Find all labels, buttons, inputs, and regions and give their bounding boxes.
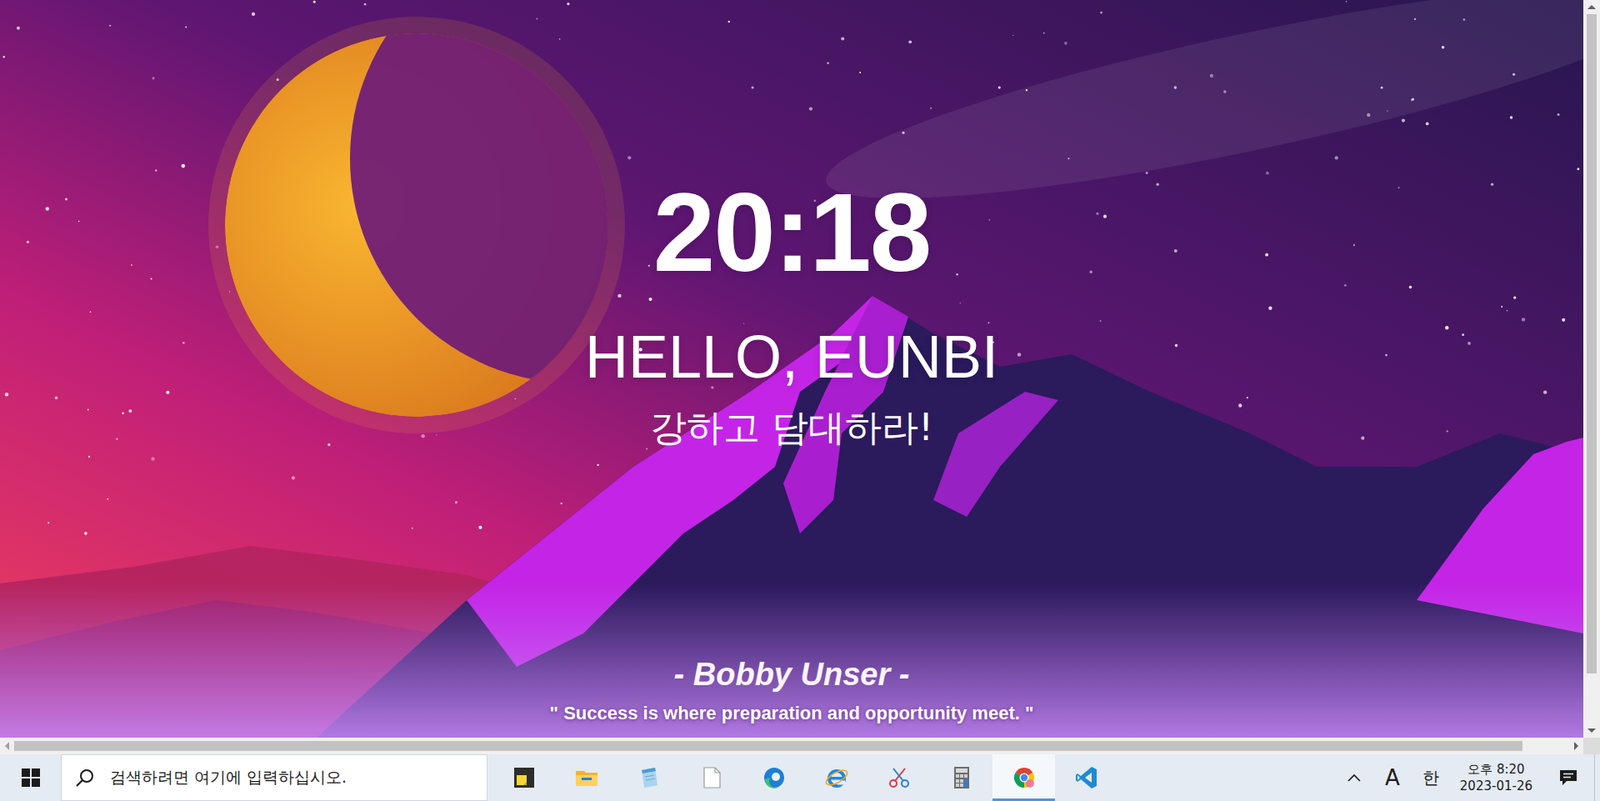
taskbar-app[interactable] [1055, 754, 1118, 801]
quote: - Bobby Unser - " Success is where prepar… [550, 655, 1035, 738]
tray-clock[interactable]: 오후 8:202023-01-26 [1450, 760, 1543, 795]
notification-icon [1559, 769, 1578, 786]
chevron-up-icon [1347, 773, 1361, 782]
desktop-screen: 20:18 HELLO, EUNBI 강하고 담대하라! - Bobby Unser … [0, 0, 1600, 801]
taskbar-app[interactable] [492, 754, 555, 801]
scroll-up-icon[interactable] [1587, 5, 1596, 10]
system-tray: A한오후 8:202023-01-26 [1335, 754, 1600, 801]
greeting: HELLO, EUNBI [585, 322, 999, 392]
chrome-icon [1011, 765, 1037, 790]
search-placeholder: 검색하려면 여기에 입력하십시오. [110, 766, 347, 789]
taskbar-app[interactable] [680, 754, 743, 801]
scroll-right-icon[interactable] [1574, 741, 1579, 750]
browser-viewport: 20:18 HELLO, EUNBI 강하고 담대하라! - Bobby Unser … [0, 0, 1600, 755]
taskbar: 검색하려면 여기에 입력하십시오.A한오후 8:202023-01-26 [0, 754, 1600, 801]
tray-date: 2023-01-26 [1460, 777, 1533, 795]
taskbar-app[interactable] [617, 754, 680, 801]
internet-explorer-icon [824, 765, 850, 790]
scrollbar-corner [1583, 737, 1600, 755]
input-indicator[interactable]: A [1373, 754, 1412, 801]
snipping-tool-icon [886, 765, 912, 790]
show-desktop-button[interactable] [1594, 754, 1600, 801]
taskbar-app[interactable] [930, 754, 993, 801]
taskbar-app[interactable] [867, 754, 930, 801]
start-button[interactable] [0, 754, 61, 801]
quote-author: - Bobby Unser - [674, 655, 910, 695]
tray-overflow[interactable] [1335, 754, 1374, 801]
vscode-icon [1074, 765, 1100, 790]
scroll-left-icon[interactable] [5, 741, 10, 750]
quote-text: " Success is where preparation and oppor… [550, 701, 1035, 725]
clock: 20:18 [653, 176, 931, 289]
horizontal-scrollbar[interactable] [0, 737, 1584, 755]
scroll-thumb[interactable] [14, 740, 1523, 751]
windows-logo-icon [21, 768, 40, 787]
scroll-down-icon[interactable] [1587, 728, 1596, 733]
calculator-icon [949, 765, 975, 790]
tray-time: 오후 8:20 [1467, 760, 1525, 778]
edge-icon [761, 765, 787, 790]
blank-file-icon [699, 765, 725, 790]
sticky-notes-icon [511, 765, 537, 790]
input-indicator[interactable]: 한 [1411, 754, 1450, 801]
search-box[interactable]: 검색하려면 여기에 입력하십시오. [60, 754, 488, 801]
pinned-apps [492, 754, 1118, 801]
taskbar-app[interactable] [992, 754, 1055, 801]
momentum-page: 20:18 HELLO, EUNBI 강하고 담대하라! - Bobby Unser … [0, 0, 1584, 738]
action-center[interactable] [1542, 754, 1595, 801]
taskbar-app[interactable] [805, 754, 868, 801]
main-focus[interactable]: 강하고 담대하라! [650, 404, 934, 450]
scroll-track[interactable] [14, 737, 1570, 755]
folder-icon [574, 765, 600, 790]
scroll-thumb[interactable] [1586, 14, 1597, 674]
notepad-icon [636, 765, 662, 790]
greeting-block: 20:18 HELLO, EUNBI 강하고 담대하라! [585, 0, 999, 656]
taskbar-app[interactable] [742, 754, 805, 801]
magnifier-icon [75, 767, 95, 788]
taskbar-app[interactable] [555, 754, 618, 801]
scroll-track[interactable] [1583, 14, 1600, 724]
vertical-scrollbar[interactable] [1583, 0, 1600, 738]
